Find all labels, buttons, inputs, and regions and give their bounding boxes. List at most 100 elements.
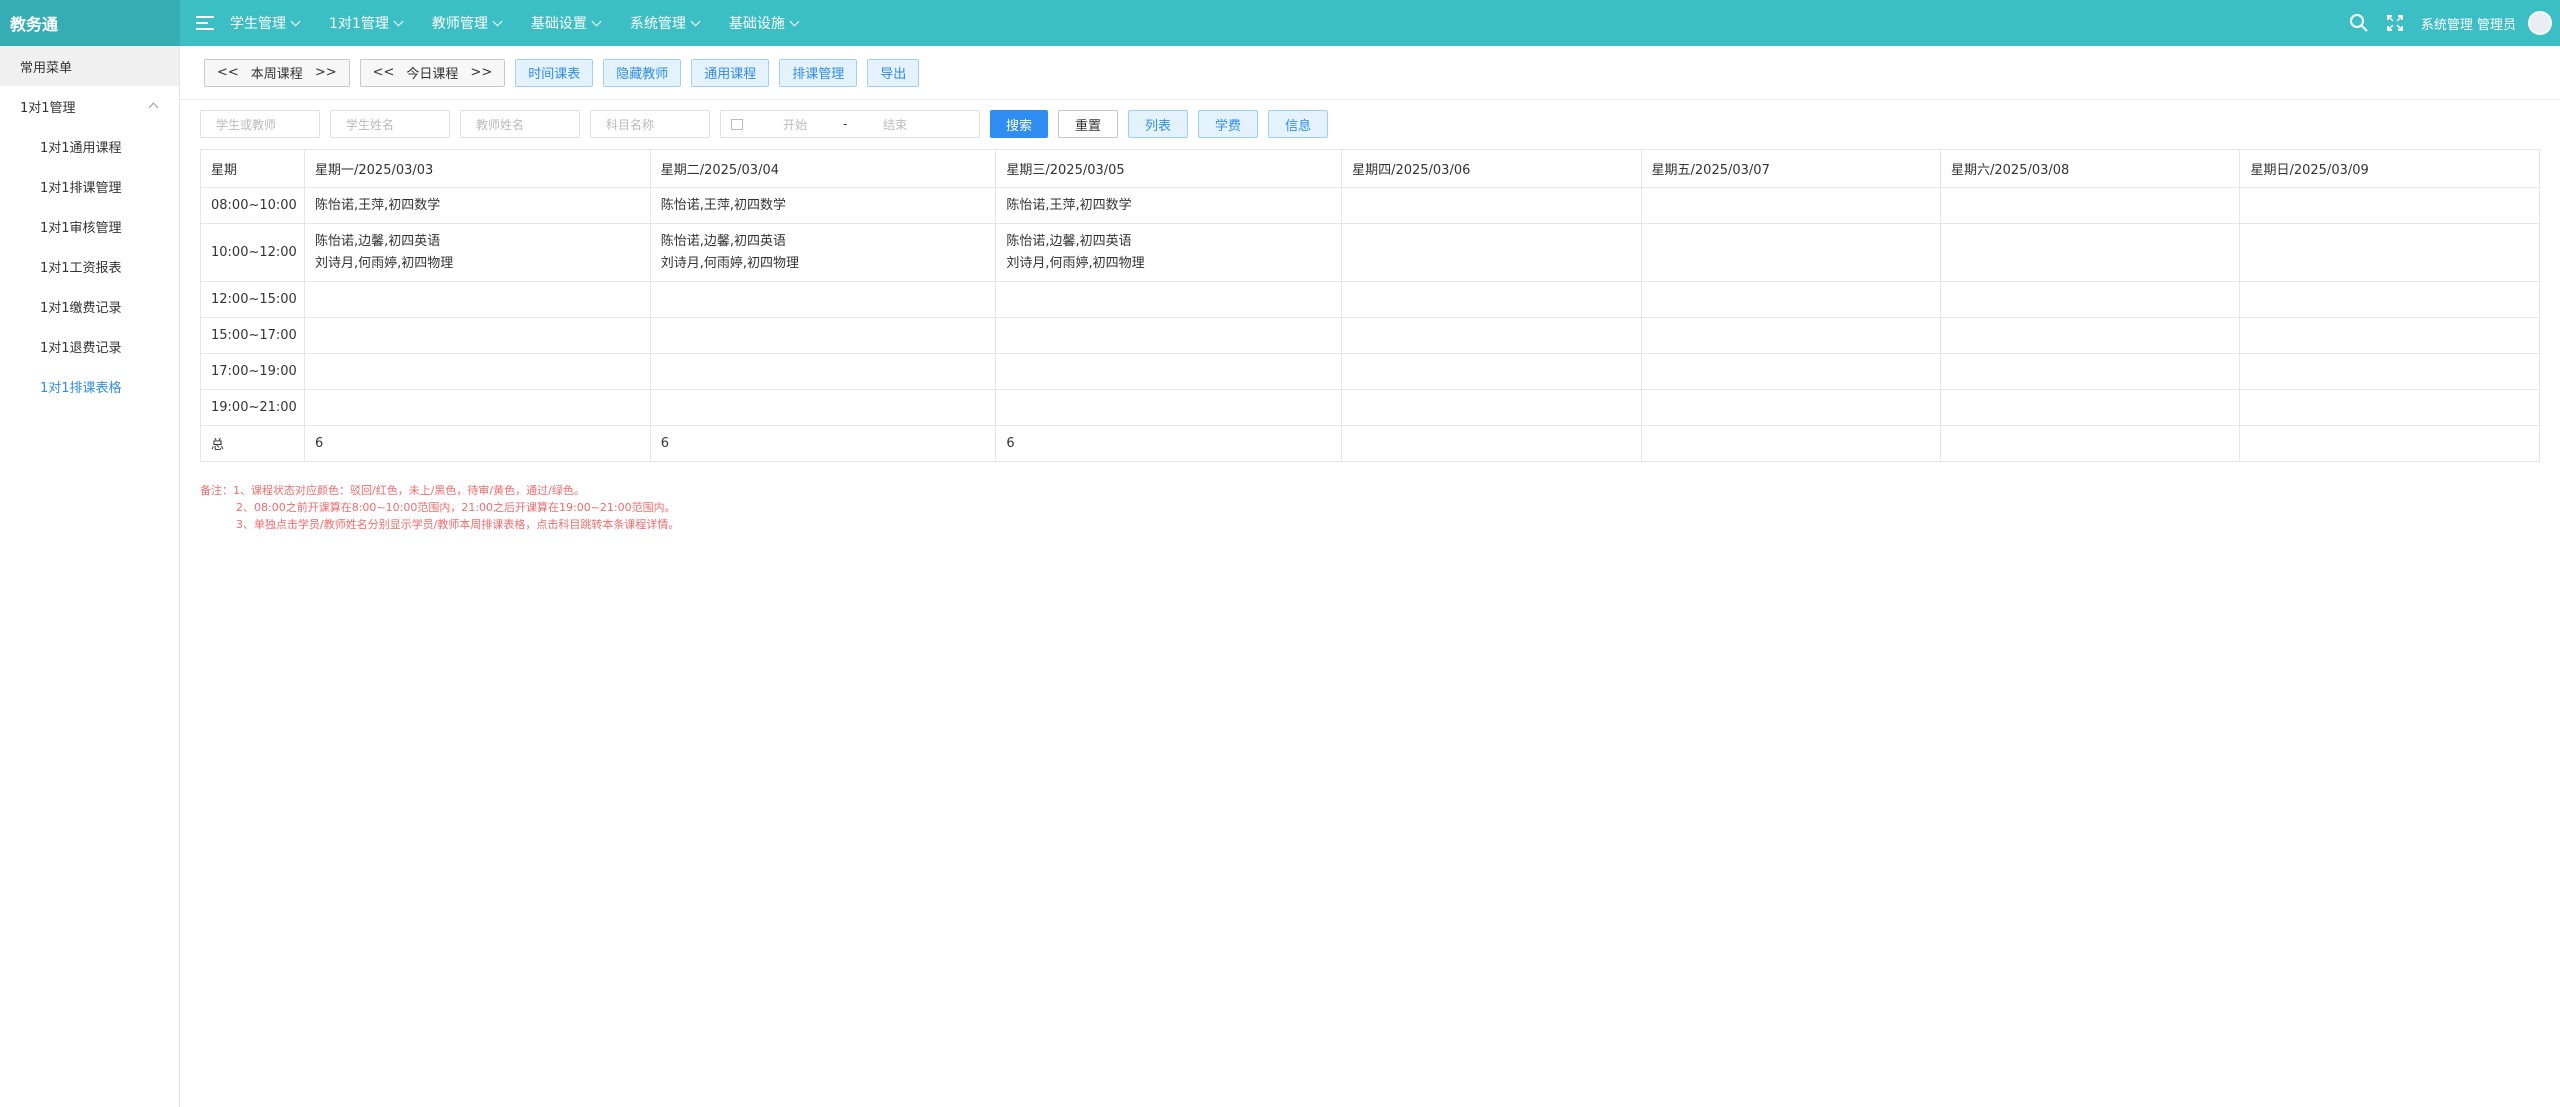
table-cell: [2239, 187, 2540, 224]
student-name-input[interactable]: 学生姓名: [330, 110, 450, 138]
table-cell: [649, 317, 997, 354]
filter-bar: 学生或教师 学生姓名 教师姓名 科目名称 开始 - 结束 搜索 重置 列表 学费…: [180, 100, 2560, 148]
nav-teacher-management[interactable]: 教师管理: [432, 13, 503, 33]
today-course-button[interactable]: << 今日课程 >>: [359, 58, 506, 87]
date-start-input[interactable]: 开始: [783, 116, 843, 133]
total-cell: 6: [649, 425, 997, 462]
sidebar-favorites[interactable]: 常用菜单: [0, 46, 179, 86]
table-cell: [649, 281, 997, 318]
course-entry[interactable]: 刘诗月,何雨婷,初四物理: [315, 253, 650, 275]
date-range-picker[interactable]: 开始 - 结束: [720, 110, 980, 138]
week-course-button[interactable]: << 本周课程 >>: [204, 58, 350, 87]
time-slot: 19:00~21:00: [200, 389, 305, 426]
subject-name-input[interactable]: 科目名称: [590, 110, 710, 138]
sidebar: 常用菜单 1对1管理 1对1通用课程 1对1排课管理 1对1审核管理 1对1工资…: [0, 46, 180, 1107]
time-slot: 10:00~12:00: [200, 223, 305, 282]
table-cell: [1341, 389, 1642, 426]
table-cell: [304, 281, 651, 318]
date-separator: -: [843, 117, 848, 131]
table-cell: [1640, 317, 1942, 354]
nav-system-management[interactable]: 系统管理: [630, 13, 701, 33]
course-entry[interactable]: 陈怡诺,边馨,初四英语: [661, 231, 996, 253]
nav-basic-settings[interactable]: 基础设置: [531, 13, 602, 33]
nav-student-management[interactable]: 学生管理: [230, 13, 301, 33]
total-cell: [1640, 425, 1942, 462]
search-button[interactable]: 搜索: [990, 110, 1049, 138]
course-entry[interactable]: 陈怡诺,王萍,初四数学: [661, 195, 996, 217]
column-header: 星期四/2025/03/06: [1341, 149, 1642, 188]
table-cell: [2239, 223, 2540, 282]
nav-facilities[interactable]: 基础设施: [729, 13, 800, 33]
sidebar-group-one-on-one[interactable]: 1对1管理: [0, 86, 179, 126]
menu-toggle-icon[interactable]: [196, 16, 214, 30]
fee-button[interactable]: 学费: [1198, 110, 1259, 138]
table-cell: 陈怡诺,边馨,初四英语 刘诗月,何雨婷,初四物理: [649, 223, 997, 282]
table-cell: [1341, 317, 1642, 354]
table-row: 15:00~17:00: [200, 317, 2540, 354]
schedule-management-button[interactable]: 排课管理: [779, 58, 858, 87]
chevron-down-icon: [690, 16, 701, 26]
reset-button[interactable]: 重置: [1058, 110, 1119, 138]
chevron-down-icon: [789, 16, 800, 26]
sidebar-item-schedule-table[interactable]: 1对1排课表格: [0, 366, 179, 406]
table-row: 19:00~21:00: [200, 389, 2540, 426]
sidebar-item-payments[interactable]: 1对1缴费记录: [0, 286, 179, 326]
sidebar-item-salary-report[interactable]: 1对1工资报表: [0, 246, 179, 286]
fullscreen-icon[interactable]: [2385, 13, 2405, 33]
main-content: << 本周课程 >> << 今日课程 >> 时间课表 隐藏教师 通用课程 排课管…: [180, 46, 2560, 1107]
total-row: 总 6 6 6: [200, 425, 2540, 462]
course-entry[interactable]: 陈怡诺,边馨,初四英语: [1006, 231, 1341, 253]
chevron-up-icon: [148, 102, 159, 113]
total-cell: [1939, 425, 2241, 462]
course-entry[interactable]: 陈怡诺,边馨,初四英语: [315, 231, 650, 253]
table-cell: [1341, 187, 1642, 224]
app-logo[interactable]: 教务通: [0, 0, 180, 46]
avatar[interactable]: [2528, 11, 2552, 35]
sidebar-item-general-courses[interactable]: 1对1通用课程: [0, 126, 179, 166]
schedule-table: 星期 星期一/2025/03/03 星期二/2025/03/04 星期三/202…: [200, 149, 2540, 462]
table-cell: [1640, 223, 1942, 282]
teacher-name-input[interactable]: 教师姓名: [460, 110, 580, 138]
total-label: 总: [200, 425, 305, 462]
table-row: 10:00~12:00 陈怡诺,边馨,初四英语 刘诗月,何雨婷,初四物理 陈怡诺…: [200, 223, 2540, 282]
search-icon[interactable]: [2349, 13, 2369, 33]
column-header: 星期五/2025/03/07: [1640, 149, 1942, 188]
list-button[interactable]: 列表: [1128, 110, 1189, 138]
course-entry[interactable]: 刘诗月,何雨婷,初四物理: [661, 253, 996, 275]
course-entry[interactable]: 陈怡诺,王萍,初四数学: [315, 195, 650, 217]
general-course-button[interactable]: 通用课程: [691, 58, 770, 87]
hide-teacher-button[interactable]: 隐藏教师: [603, 58, 682, 87]
user-label[interactable]: 系统管理 管理员: [2421, 14, 2516, 33]
course-entry[interactable]: 刘诗月,何雨婷,初四物理: [1006, 253, 1341, 275]
table-cell: [649, 389, 997, 426]
table-cell: [995, 317, 1343, 354]
nav-one-on-one-management[interactable]: 1对1管理: [329, 13, 404, 33]
table-cell: [1341, 353, 1642, 390]
time-slot: 08:00~10:00: [200, 187, 305, 224]
total-cell: [2239, 425, 2540, 462]
total-cell: 6: [304, 425, 651, 462]
table-cell: 陈怡诺,王萍,初四数学: [649, 187, 997, 224]
table-row: 08:00~10:00 陈怡诺,王萍,初四数学 陈怡诺,王萍,初四数学 陈怡诺,…: [200, 187, 2540, 224]
sidebar-item-refunds[interactable]: 1对1退费记录: [0, 326, 179, 366]
course-entry[interactable]: 陈怡诺,王萍,初四数学: [1006, 195, 1341, 217]
table-cell: [995, 353, 1343, 390]
column-header: 星期三/2025/03/05: [995, 149, 1343, 188]
chevron-down-icon: [393, 16, 404, 26]
date-end-input[interactable]: 结束: [883, 116, 907, 133]
table-cell: [1640, 389, 1942, 426]
column-header: 星期: [200, 149, 305, 188]
time-slot: 15:00~17:00: [200, 317, 305, 354]
sidebar-item-scheduling[interactable]: 1对1排课管理: [0, 166, 179, 206]
student-or-teacher-input[interactable]: 学生或教师: [200, 110, 320, 138]
info-button[interactable]: 信息: [1268, 110, 1329, 138]
note-line: 2、08:00之前开课算在8:00~10:00范围内，21:00之后开课算在19…: [236, 501, 676, 514]
sidebar-item-review[interactable]: 1对1审核管理: [0, 206, 179, 246]
top-bar: 教务通 学生管理 1对1管理 教师管理 基础设置 系统管理 基础设施 系统管理 …: [0, 0, 2560, 46]
notes: 备注：1、课程状态对应颜色：驳回/红色，未上/黑色，待审/黄色，通过/绿色。 2…: [200, 482, 679, 533]
export-button[interactable]: 导出: [867, 58, 920, 87]
note-line: 3、单独点击学员/教师姓名分别显示学员/教师本周排课表格，点击科目跳转本条课程详…: [236, 518, 680, 531]
table-cell: [1939, 353, 2241, 390]
table-cell: [649, 353, 997, 390]
time-schedule-button[interactable]: 时间课表: [515, 58, 594, 87]
